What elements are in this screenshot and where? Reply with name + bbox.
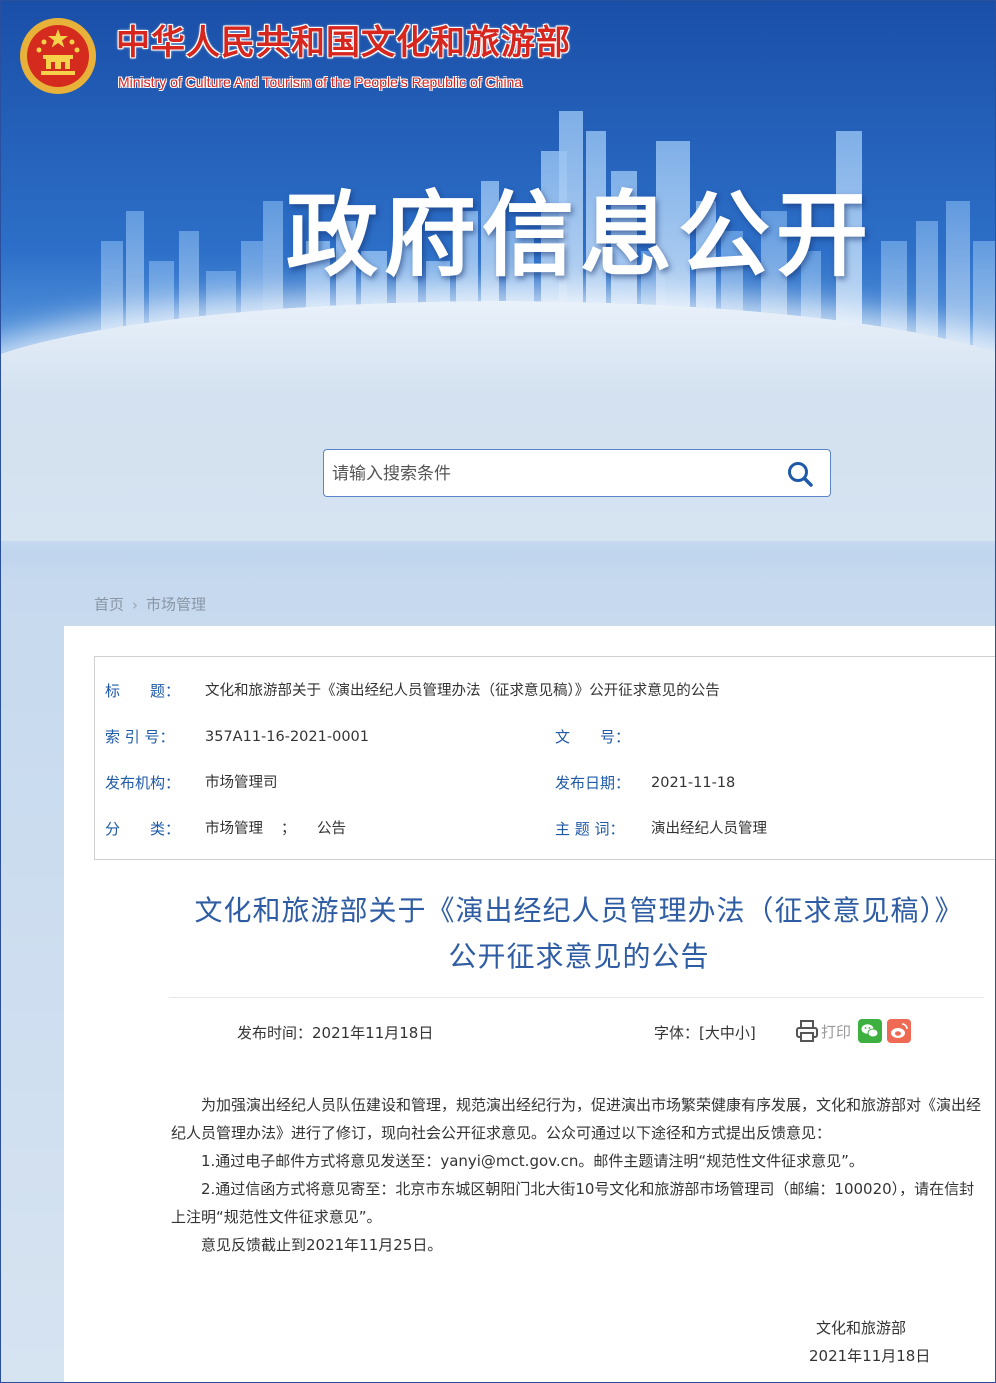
article-body: 为加强演出经纪人员队伍建设和管理，规范演出经纪行为，促进演出市场繁荣健康有序发展… (171, 1091, 986, 1259)
meta-info-table: 标 题： 文化和旅游部关于《演出经纪人员管理办法（征求意见稿）》公开征求意见的公… (94, 656, 995, 860)
print-label: 打印 (821, 1023, 852, 1041)
meta-index-label: 索 引 号： (105, 728, 175, 746)
meta-docno-label: 文 号： (555, 728, 631, 746)
title-divider (169, 997, 984, 998)
meta-row-org: 发布机构： 市场管理司 发布日期： 2021-11-18 (95, 771, 995, 795)
font-size-large-link[interactable]: 大 (705, 1024, 720, 1042)
meta-org-label: 发布机构： (105, 774, 181, 792)
font-size-label: 字体： (654, 1024, 700, 1042)
article-paragraph: 意见反馈截止到2021年11月25日。 (201, 1236, 443, 1254)
meta-title-label: 标 题： (105, 682, 181, 700)
page-frame: 中华人民共和国文化和旅游部 Ministry of Culture And To… (0, 0, 996, 1383)
article-title-line-2: 公开征求意见的公告 (448, 940, 710, 973)
search-input[interactable] (330, 450, 774, 498)
ministry-name-en: Ministry of Culture And Tourism of the P… (118, 74, 523, 90)
meta-keyword-label: 主 题 词： (555, 820, 625, 838)
font-size-bracket-close: ] (749, 1024, 756, 1042)
banner-title: 政府信息公开 (286, 182, 875, 289)
horizon-glow (1, 301, 995, 541)
meta-row-index: 索 引 号： 357A11-16-2021-0001 文 号： (95, 725, 995, 749)
chevron-right-icon: › (132, 595, 139, 614)
breadcrumb: 首页 › 市场管理 (94, 594, 206, 615)
article-signature-date: 2021年11月18日 (809, 1347, 931, 1365)
meta-index-value: 357A11-16-2021-0001 (205, 729, 369, 745)
meta-category-value-2: 公告 (317, 821, 346, 837)
meta-keyword-value: 演出经纪人员管理 (651, 821, 767, 837)
breadcrumb-home-link[interactable]: 首页 (94, 596, 124, 614)
font-size-control: 字体：[大中小] (654, 1023, 756, 1043)
ministry-name-cn: 中华人民共和国文化和旅游部 (116, 23, 571, 63)
article-signature: 文化和旅游部 (816, 1319, 907, 1337)
meta-row-category: 分 类： 市场管理 ； 公告 主 题 词： 演出经纪人员管理 (95, 817, 995, 841)
publish-time: 发布时间：2021年11月18日 (237, 1024, 434, 1042)
meta-category-separator: ； (281, 821, 296, 837)
font-size-small-link[interactable]: 小 (735, 1024, 750, 1042)
article-paragraph: 为加强演出经纪人员队伍建设和管理，规范演出经纪行为，促进演出市场繁荣健康有序发展… (171, 1096, 982, 1142)
meta-row-title: 标 题： 文化和旅游部关于《演出经纪人员管理办法（征求意见稿）》公开征求意见的公… (95, 679, 995, 703)
printer-icon (796, 1020, 818, 1042)
article-paragraph: 1.通过电子邮件方式将意见发送至：yanyi@mct.gov.cn。邮件主题请注… (201, 1152, 864, 1170)
article-title-line-1: 文化和旅游部关于《演出经纪人员管理办法（征求意见稿）》 (194, 894, 964, 927)
weibo-share-icon[interactable] (887, 1019, 911, 1043)
meta-date-label: 发布日期： (555, 774, 631, 792)
meta-category-label: 分 类： (105, 820, 181, 838)
meta-category-value-1: 市场管理 (205, 821, 263, 837)
article-paragraph: 2.通过信函方式将意见寄至：北京市东城区朝阳门北大街10号文化和旅游部市场管理司… (171, 1180, 975, 1226)
meta-date-value: 2021-11-18 (651, 775, 736, 791)
article-title: 文化和旅游部关于《演出经纪人员管理办法（征求意见稿）》 公开征求意见的公告 (164, 888, 994, 980)
content-panel: 标 题： 文化和旅游部关于《演出经纪人员管理办法（征求意见稿）》公开征求意见的公… (64, 626, 995, 1382)
meta-org-value: 市场管理司 (205, 775, 278, 791)
breadcrumb-current-link[interactable]: 市场管理 (146, 596, 206, 614)
meta-title-value: 文化和旅游部关于《演出经纪人员管理办法（征求意见稿）》公开征求意见的公告 (205, 683, 720, 699)
wechat-share-icon[interactable] (858, 1019, 882, 1043)
search-box (323, 449, 831, 498)
font-size-medium-link[interactable]: 中 (720, 1024, 735, 1042)
national-emblem-logo (20, 18, 96, 94)
search-icon[interactable] (786, 460, 814, 488)
